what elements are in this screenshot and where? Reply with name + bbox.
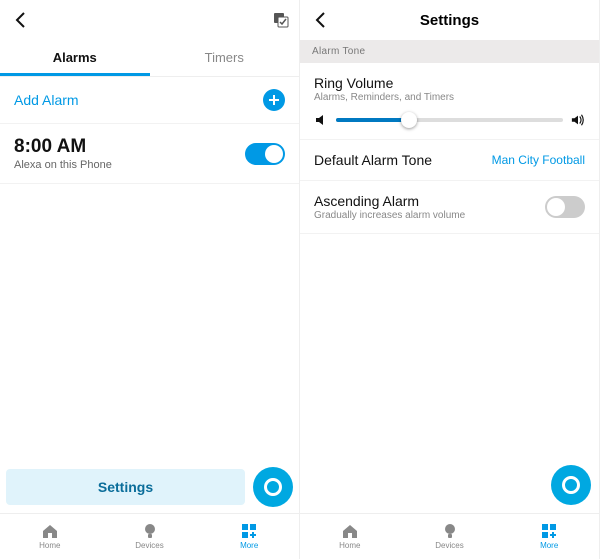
screen-settings: Settings Alarm Tone Ring Volume Alarms, … [300, 0, 600, 559]
settings-bar: Settings [0, 461, 299, 513]
nav-more-label: More [240, 541, 258, 550]
default-tone-value: Man City Football [492, 153, 585, 167]
nav-home-label: Home [39, 541, 60, 550]
default-tone-row[interactable]: Default Alarm Tone Man City Football [300, 140, 599, 181]
nav-devices[interactable]: Devices [400, 514, 500, 559]
topbar [0, 0, 299, 40]
alarm-info: 8:00 AM Alexa on this Phone [14, 136, 112, 171]
tab-alarms[interactable]: Alarms [0, 40, 150, 76]
nav-home[interactable]: Home [0, 514, 100, 559]
back-button[interactable] [10, 7, 32, 33]
screen-alarms: Alarms Timers Add Alarm 8:00 AM Alexa on… [0, 0, 300, 559]
page-title: Settings [300, 12, 599, 29]
settings-content: Ring Volume Alarms, Reminders, and Timer… [300, 63, 599, 513]
bulb-icon [141, 523, 159, 539]
nav-devices-label: Devices [435, 541, 463, 550]
home-icon [341, 523, 359, 539]
ascending-alarm-row: Ascending Alarm Gradually increases alar… [300, 181, 599, 234]
nav-home-label: Home [339, 541, 360, 550]
volume-slider-row [314, 113, 585, 127]
section-header-alarm-tone: Alarm Tone [300, 40, 599, 63]
tab-timers[interactable]: Timers [150, 40, 300, 76]
grid-plus-icon [240, 523, 258, 539]
grid-plus-icon [540, 523, 558, 539]
add-alarm-label: Add Alarm [14, 92, 79, 108]
settings-button[interactable]: Settings [6, 469, 245, 505]
alexa-button[interactable] [551, 465, 591, 505]
add-alarm-icon[interactable] [263, 89, 285, 111]
bottom-nav: Home Devices More [0, 513, 299, 559]
topbar: Settings [300, 0, 599, 40]
bottom-nav: Home Devices More [300, 513, 599, 559]
nav-more[interactable]: More [199, 514, 299, 559]
ascending-sub: Gradually increases alarm volume [314, 210, 465, 221]
default-tone-title: Default Alarm Tone [314, 152, 432, 168]
tabs: Alarms Timers [0, 40, 299, 77]
ascending-info: Ascending Alarm Gradually increases alar… [314, 193, 465, 221]
filter-icon[interactable] [273, 12, 289, 28]
alexa-button[interactable] [253, 467, 293, 507]
nav-devices[interactable]: Devices [100, 514, 200, 559]
speaker-low-icon [314, 113, 328, 127]
nav-more[interactable]: More [499, 514, 599, 559]
ring-volume-block: Ring Volume Alarms, Reminders, and Timer… [300, 63, 599, 140]
add-alarm-row[interactable]: Add Alarm [0, 77, 299, 124]
alarms-content: Add Alarm 8:00 AM Alexa on this Phone [0, 77, 299, 461]
nav-home[interactable]: Home [300, 514, 400, 559]
nav-devices-label: Devices [135, 541, 163, 550]
ring-volume-title: Ring Volume [314, 75, 585, 91]
alarm-device: Alexa on this Phone [14, 159, 112, 171]
back-button[interactable] [310, 7, 332, 33]
alarm-toggle[interactable] [245, 143, 285, 165]
ascending-title: Ascending Alarm [314, 193, 465, 209]
speaker-high-icon [571, 113, 585, 127]
ascending-toggle[interactable] [545, 196, 585, 218]
ring-volume-sub: Alarms, Reminders, and Timers [314, 92, 585, 103]
alarm-time: 8:00 AM [14, 136, 112, 158]
bulb-icon [441, 523, 459, 539]
volume-slider[interactable] [336, 118, 563, 122]
alarm-item[interactable]: 8:00 AM Alexa on this Phone [0, 124, 299, 184]
nav-more-label: More [540, 541, 558, 550]
home-icon [41, 523, 59, 539]
